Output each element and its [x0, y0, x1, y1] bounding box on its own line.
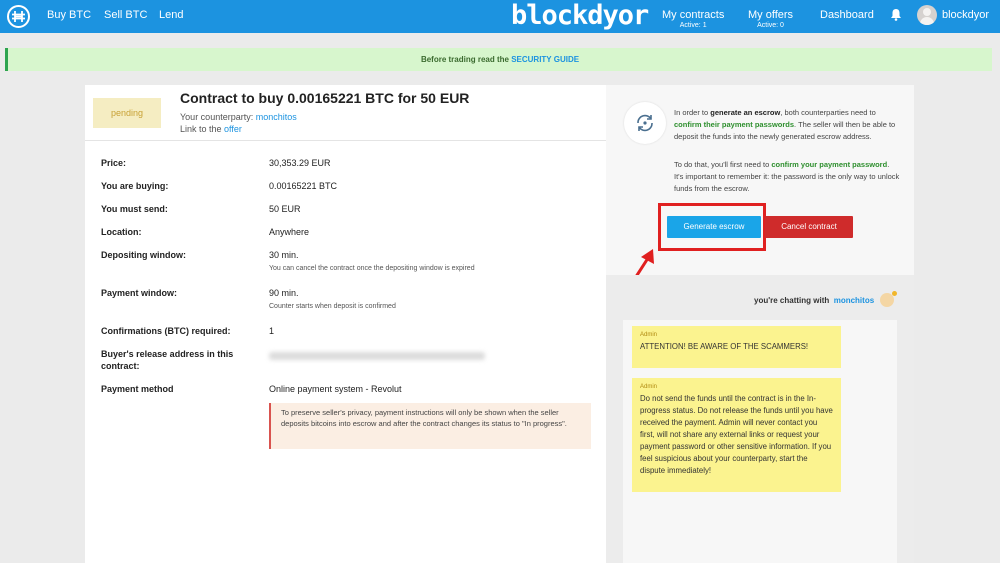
price-label: Price: [101, 158, 127, 168]
escrow-p2-b: confirm your payment password [771, 160, 888, 169]
avatar-head-shape [923, 8, 931, 16]
buying-label: You are buying: [101, 181, 169, 191]
confirmations-value: 1 [269, 326, 275, 336]
message-text: ATTENTION! BE AWARE OF THE SCAMMERS! [640, 342, 809, 351]
hodl-logo-icon[interactable] [7, 5, 30, 28]
counterparty-line: Your counterparty: monchitos [180, 112, 297, 122]
chat-message: Admin ATTENTION! BE AWARE OF THE SCAMMER… [632, 326, 841, 368]
payment-method-value: Online payment system - Revolut [269, 384, 402, 394]
escrow-info-paragraph-2: To do that, you'll first need to confirm… [674, 159, 900, 195]
online-status-dot [892, 291, 897, 296]
security-banner: Before trading read the SECURITY GUIDE [5, 48, 992, 71]
chat-partner-link[interactable]: monchitos [834, 296, 874, 305]
banner-text: Before trading read the [420, 55, 509, 64]
contract-details-panel: pending Contract to buy 0.00165221 BTC f… [85, 85, 606, 563]
price-value: 30,353.29 EUR [269, 158, 331, 168]
username[interactable]: blockdyor [942, 9, 989, 21]
header-divider [85, 140, 606, 141]
must-send-label: You must send: [101, 204, 168, 214]
top-navigation-bar: Buy BTC Sell BTC Lend blockdyor My contr… [0, 0, 1000, 33]
generate-escrow-button[interactable]: Generate escrow [667, 216, 761, 238]
my-contracts-count: Active: 1 [679, 22, 707, 29]
privacy-notice: To preserve seller's privacy, payment in… [269, 403, 591, 449]
depositing-window-value: 30 min. [269, 250, 299, 260]
payment-window-value: 90 min. [269, 288, 299, 298]
payment-window-label: Payment window: [101, 288, 178, 298]
counterparty-label: Your counterparty: [180, 112, 254, 122]
my-offers-label: My offers [748, 9, 794, 21]
nav-dashboard[interactable]: Dashboard [820, 9, 874, 21]
nav-sell-btc[interactable]: Sell BTC [104, 9, 147, 21]
message-author: Admin [640, 332, 658, 338]
offer-link[interactable]: offer [224, 124, 242, 134]
location-value: Anywhere [269, 227, 310, 237]
chat-message: Admin Do not send the funds until the co… [632, 378, 841, 492]
release-address-label: Buyer's release address in this contract… [101, 349, 234, 371]
escrow-refresh-icon [624, 102, 666, 144]
location-label: Location: [101, 227, 142, 237]
escrow-p1-b: generate an escrow [710, 108, 781, 117]
counterparty-link[interactable]: monchitos [256, 112, 297, 122]
depositing-window-note: You can cancel the contract once the dep… [269, 265, 475, 272]
user-avatar[interactable] [917, 5, 937, 25]
cancel-contract-button[interactable]: Cancel contract [765, 216, 853, 238]
nav-lend[interactable]: Lend [159, 9, 183, 21]
status-badge: pending [93, 98, 161, 128]
bell-icon[interactable] [890, 8, 902, 26]
chat-partner-avatar [880, 291, 897, 307]
offer-prefix: Link to the [180, 124, 222, 134]
security-guide-link[interactable]: SECURITY GUIDE [511, 55, 579, 64]
my-contracts-label: My contracts [662, 9, 725, 21]
buying-value: 0.00165221 BTC [269, 181, 338, 191]
contract-title: Contract to buy 0.00165221 BTC for 50 EU… [180, 90, 470, 106]
message-text: Do not send the funds until the contract… [640, 394, 833, 475]
brand-logo[interactable]: blockdyor [511, 1, 649, 31]
payment-window-note: Counter starts when deposit is confirmed [269, 303, 396, 310]
release-address-blurred [269, 352, 485, 360]
escrow-info-paragraph-1: In order to generate an escrow, both cou… [674, 107, 900, 143]
chatting-prefix: you're chatting with [754, 296, 830, 305]
depositing-window-label: Depositing window: [101, 250, 186, 260]
nav-my-contracts[interactable]: My contracts Active: 1 [662, 9, 724, 30]
chatting-with-line: you're chatting with monchitos [754, 296, 874, 305]
escrow-p1-a: In order to [674, 108, 711, 117]
message-author: Admin [640, 384, 658, 390]
must-send-value: 50 EUR [269, 204, 301, 214]
escrow-p1-d: confirm their payment passwords [674, 120, 795, 129]
chat-area: you're chatting with monchitos Admin ATT… [606, 275, 914, 563]
my-offers-count: Active: 0 [757, 22, 784, 29]
escrow-p2-a: To do that, you'll first need to [674, 160, 772, 169]
nav-my-offers[interactable]: My offers Active: 0 [748, 9, 793, 30]
nav-buy-btc[interactable]: Buy BTC [47, 9, 91, 21]
chat-messages-panel[interactable]: Admin ATTENTION! BE AWARE OF THE SCAMMER… [623, 320, 897, 563]
payment-method-label: Payment method [101, 384, 174, 394]
avatar-shoulders-shape [920, 17, 934, 25]
confirmations-label: Confirmations (BTC) required: [101, 326, 231, 336]
offer-line: Link to the offer [180, 124, 242, 134]
escrow-p1-c: , both counterparties need to [780, 108, 876, 117]
